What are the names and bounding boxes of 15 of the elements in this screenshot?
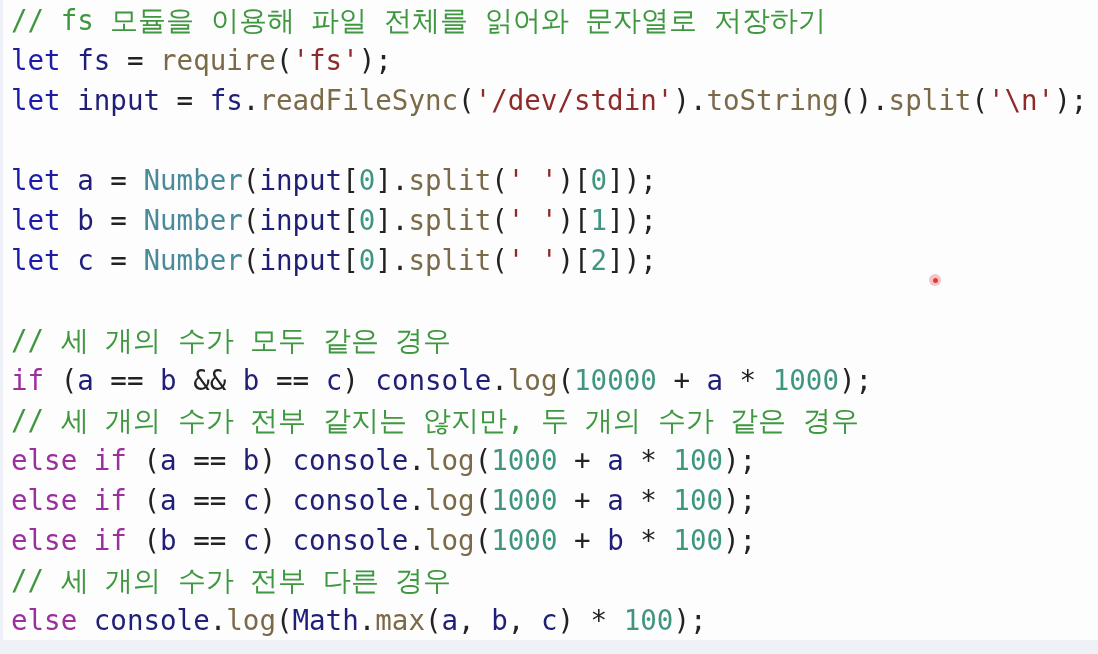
code-line: let a = Number(input[0].split(' ')[0]); bbox=[11, 163, 658, 198]
code-comment: // fs 모듈을 이용해 파일 전체를 읽어와 문자열로 저장하기 bbox=[11, 3, 827, 38]
code-line: else console.log(Math.max(a, b, c) * 100); bbox=[11, 603, 708, 638]
code-line: let input = fs.readFileSync('/dev/stdin').toString().split('\n'); bbox=[11, 83, 1089, 118]
code-line: let c = Number(input[0].split(' ')[2]); bbox=[11, 243, 658, 278]
code-comment: // 세 개의 수가 전부 같지는 않지만, 두 개의 수가 같은 경우 bbox=[11, 403, 860, 438]
code-line: else if (a == b) console.log(1000 + a * 100); bbox=[11, 443, 758, 478]
code-comment: // 세 개의 수가 전부 다른 경우 bbox=[11, 563, 453, 598]
pointer-dot-icon bbox=[929, 274, 941, 286]
code-line: else if (a == c) console.log(1000 + a * 100); bbox=[11, 483, 758, 518]
code-line: if (a == b && b == c) console.log(10000 + a * 1000); bbox=[11, 363, 874, 398]
code-comment: // 세 개의 수가 모두 같은 경우 bbox=[11, 323, 453, 358]
code-line: let fs = require('fs'); bbox=[11, 43, 393, 78]
code-line: let b = Number(input[0].split(' ')[1]); bbox=[11, 203, 658, 238]
code-line: else if (b == c) console.log(1000 + b * 100); bbox=[11, 523, 758, 558]
